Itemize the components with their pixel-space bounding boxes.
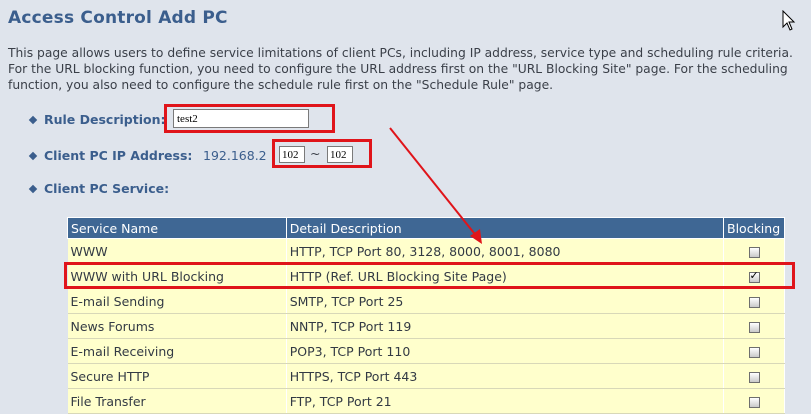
annotation-arrow bbox=[389, 127, 482, 244]
